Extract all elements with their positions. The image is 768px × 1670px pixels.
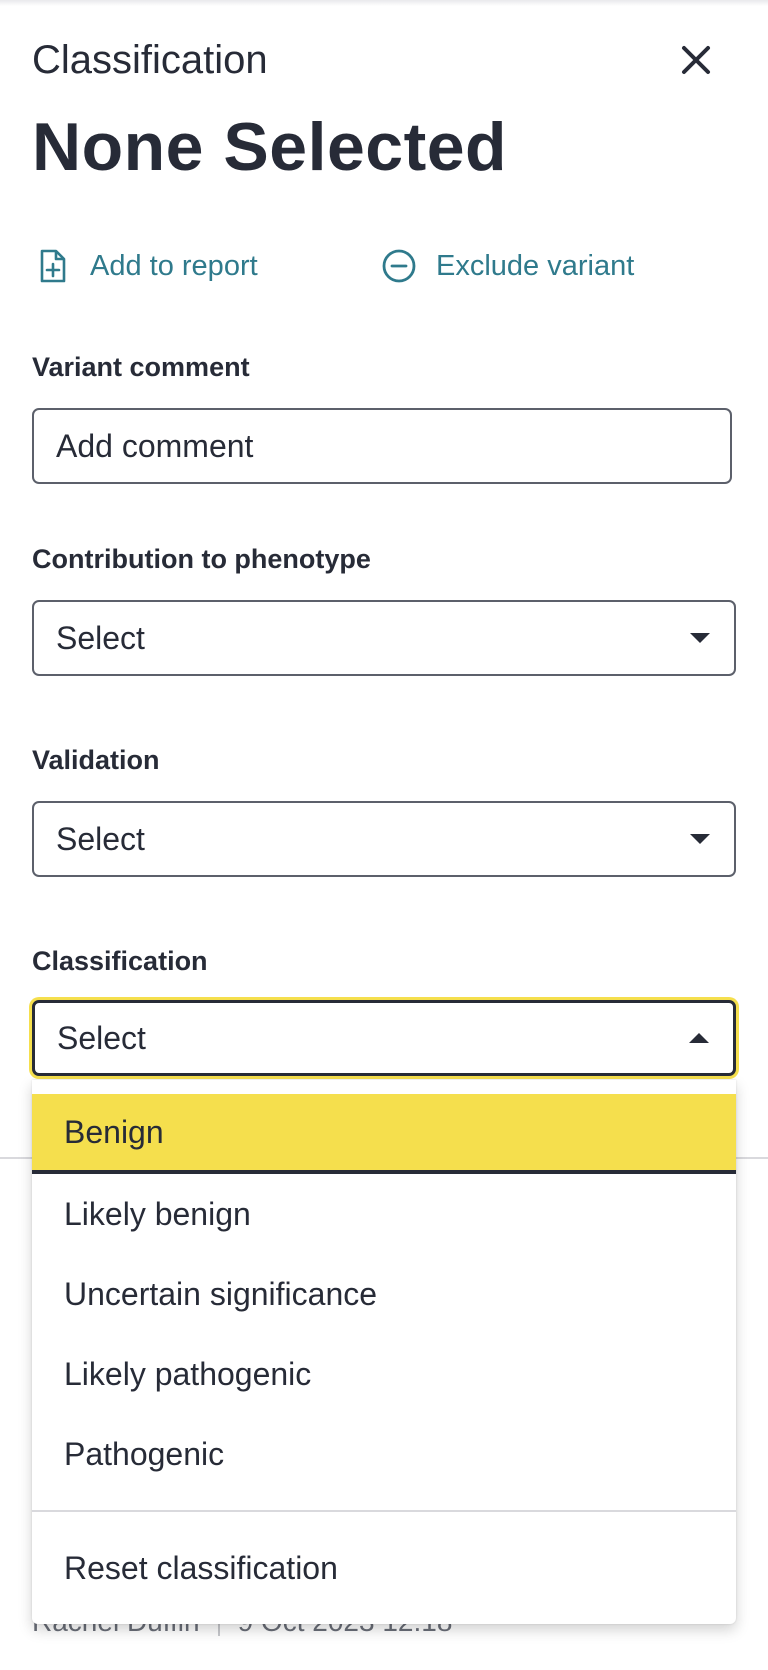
option-likely-benign[interactable]: Likely benign — [32, 1174, 736, 1254]
caret-down-icon — [690, 834, 710, 844]
classification-select[interactable]: Select — [32, 1000, 736, 1076]
exclude-variant-label: Exclude variant — [436, 249, 635, 282]
option-likely-pathogenic[interactable]: Likely pathogenic — [32, 1334, 736, 1414]
option-uncertain-significance[interactable]: Uncertain significance — [32, 1254, 736, 1334]
caret-down-icon — [690, 633, 710, 643]
circle-minus-icon — [382, 249, 416, 283]
add-to-report-link[interactable]: Add to report — [34, 244, 258, 288]
close-button[interactable] — [672, 36, 720, 84]
page-title: None Selected — [32, 109, 508, 185]
variant-comment-input[interactable] — [32, 408, 732, 484]
contribution-select[interactable]: Select — [32, 600, 736, 676]
classification-dropdown: Benign Likely benign Uncertain significa… — [32, 1080, 736, 1624]
variant-comment-label: Variant comment — [32, 352, 250, 382]
add-to-report-label: Add to report — [90, 249, 258, 282]
document-plus-icon — [40, 249, 66, 283]
classification-label: Classification — [32, 946, 208, 976]
contribution-select-value: Select — [56, 619, 145, 656]
reset-classification-option[interactable]: Reset classification — [32, 1528, 736, 1608]
validation-label: Validation — [32, 745, 160, 775]
classification-panel: Classification None Selected Add to repo… — [0, 0, 768, 1670]
classification-select-value: Select — [57, 1019, 146, 1056]
option-pathogenic[interactable]: Pathogenic — [32, 1414, 736, 1494]
menu-divider — [32, 1510, 736, 1512]
panel-top-edge — [0, 0, 768, 6]
caret-up-icon — [689, 1033, 709, 1043]
option-benign[interactable]: Benign — [32, 1094, 736, 1174]
panel-subtitle: Classification — [32, 38, 268, 82]
validation-select-value: Select — [56, 820, 145, 857]
exclude-variant-link[interactable]: Exclude variant — [380, 244, 634, 288]
validation-select[interactable]: Select — [32, 801, 736, 877]
contribution-label: Contribution to phenotype — [32, 544, 371, 574]
close-icon[interactable] — [672, 36, 720, 84]
